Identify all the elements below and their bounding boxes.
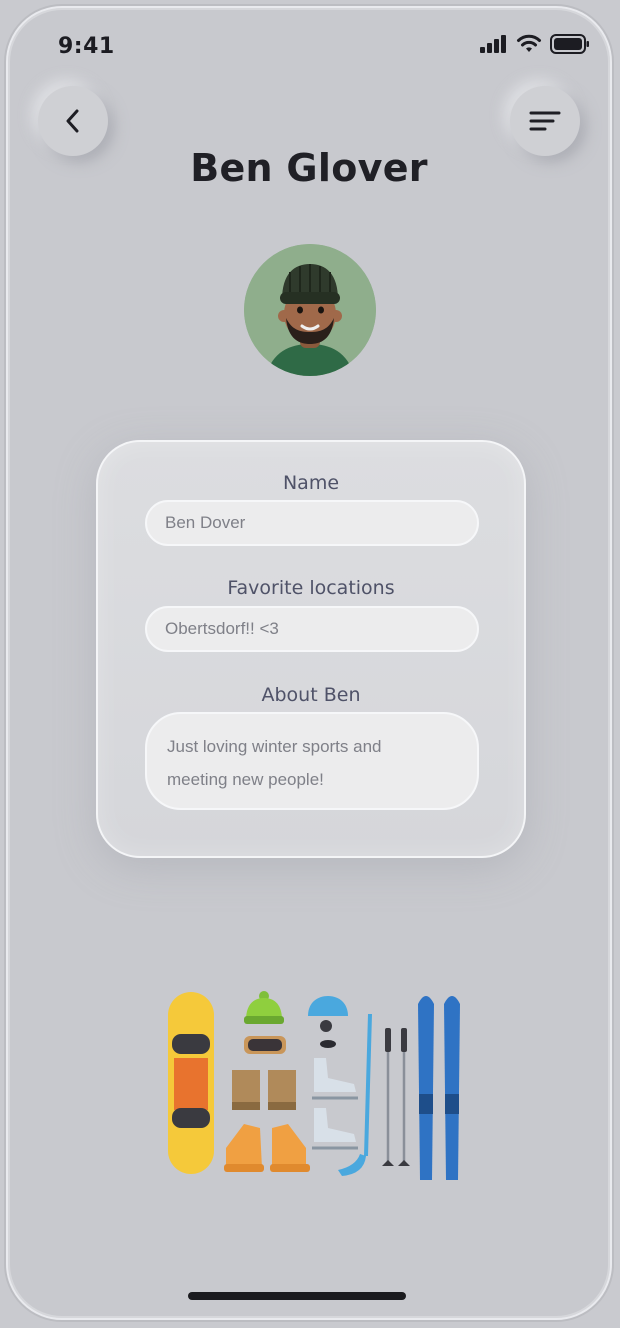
chevron-left-icon bbox=[66, 109, 79, 133]
profile-card: Name Ben Dover Favorite locations Oberts… bbox=[96, 440, 526, 858]
about-line-2: meeting new people! bbox=[167, 770, 324, 789]
name-label: Name bbox=[282, 472, 340, 494]
name-field[interactable]: Ben Dover bbox=[145, 500, 479, 546]
signal-icon bbox=[480, 35, 506, 53]
battery-icon bbox=[550, 34, 589, 54]
about-field[interactable]: Just loving winter sports and meeting ne… bbox=[145, 712, 479, 810]
avatar[interactable] bbox=[244, 244, 376, 376]
hockey-stick-icon bbox=[338, 1013, 372, 1176]
snowboard-icon bbox=[168, 992, 214, 1174]
ice-skates-icon bbox=[312, 1058, 358, 1150]
puck-icon bbox=[320, 1040, 336, 1048]
favorite-locations-label: Favorite locations bbox=[227, 577, 395, 599]
home-indicator[interactable] bbox=[188, 1292, 406, 1300]
avatar-illustration bbox=[244, 244, 376, 376]
goggles-icon bbox=[244, 1036, 286, 1054]
status-icons bbox=[480, 34, 590, 54]
beanie-icon bbox=[244, 991, 284, 1024]
favorite-locations-field[interactable]: Obertsdorf!! <3 bbox=[145, 606, 479, 652]
helmet-icon bbox=[308, 996, 348, 1032]
gloves-icon bbox=[232, 1070, 296, 1110]
about-line-1: Just loving winter sports and bbox=[167, 737, 382, 756]
name-value: Ben Dover bbox=[165, 513, 246, 532]
skis-icon bbox=[418, 996, 460, 1180]
winter-gear-illustration bbox=[168, 991, 460, 1180]
wifi-icon bbox=[517, 34, 541, 52]
favorite-locations-value: Obertsdorf!! <3 bbox=[165, 619, 279, 638]
status-time: 9:41 bbox=[58, 34, 115, 59]
page-title: Ben Glover bbox=[190, 146, 428, 190]
phone-frame: 9:41 Ben Glover Name Ben Dover Favorite … bbox=[6, 6, 612, 1320]
about-label: About Ben bbox=[261, 684, 361, 706]
ski-boots-icon bbox=[224, 1124, 310, 1172]
sort-lines-icon bbox=[529, 111, 561, 131]
ski-poles-icon bbox=[382, 1028, 410, 1166]
